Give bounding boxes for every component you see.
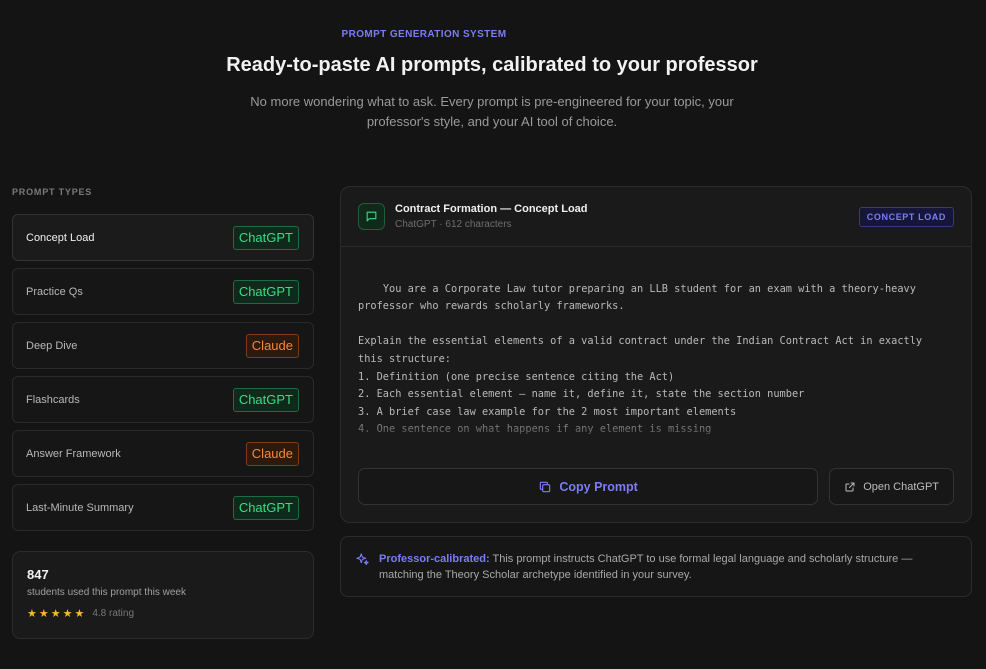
prompt-text: You are a Corporate Law tutor preparing … xyxy=(341,247,971,453)
prompt-type-practice-qs[interactable]: Practice Qs ChatGPT xyxy=(12,268,314,315)
tool-badge: ChatGPT xyxy=(232,495,299,520)
copy-prompt-label: Copy Prompt xyxy=(559,479,638,494)
open-chatgpt-label: Open ChatGPT xyxy=(863,480,940,493)
rating-row: ★★★★★ 4.8 rating xyxy=(27,607,299,620)
prompt-title: Contract Formation — Concept Load xyxy=(395,203,588,215)
copy-prompt-button[interactable]: Copy Prompt xyxy=(358,468,819,505)
prompt-type-list: Concept Load ChatGPT Practice Qs ChatGPT… xyxy=(12,214,314,538)
prompt-type-label: Flashcards xyxy=(26,393,80,406)
rating-text: 4.8 rating xyxy=(92,608,135,619)
prompt-type-answer-framework[interactable]: Answer Framework Claude xyxy=(12,430,314,477)
prompt-type-label: Last-Minute Summary xyxy=(26,501,134,514)
usage-count: 847 xyxy=(27,567,49,582)
prompt-type-concept-load[interactable]: Concept Load ChatGPT xyxy=(12,214,314,261)
tool-badge: Claude xyxy=(245,441,299,466)
tool-badge: Claude xyxy=(245,333,299,358)
prompt-card-header: Contract Formation — Concept Load ChatGP… xyxy=(341,187,971,247)
fade-overlay xyxy=(341,413,971,453)
prompt-type-deep-dive[interactable]: Deep Dive Claude xyxy=(12,322,314,369)
calibration-note: Professor-calibrated: This prompt instru… xyxy=(340,536,972,597)
prompt-type-label: Concept Load xyxy=(26,231,95,244)
star-rating-icon: ★★★★★ xyxy=(27,608,87,620)
tool-badge: ChatGPT xyxy=(232,387,299,412)
prompt-actions: Copy Prompt Open ChatGPT xyxy=(358,468,954,505)
prompt-type-badge: CONCEPT LOAD xyxy=(858,207,954,227)
prompt-type-label: Deep Dive xyxy=(26,339,78,352)
prompt-card: Contract Formation — Concept Load ChatGP… xyxy=(340,186,972,523)
prompt-type-label: Answer Framework xyxy=(26,447,121,460)
external-link-icon xyxy=(845,482,855,491)
prompt-type-flashcards[interactable]: Flashcards ChatGPT xyxy=(12,376,314,423)
eyebrow-label: PROMPT GENERATION SYSTEM xyxy=(341,29,507,40)
sparkle-icon xyxy=(356,553,369,566)
page-subtitle: No more wondering what to ask. Every pro… xyxy=(250,94,734,129)
usage-description: students used this prompt this week xyxy=(27,587,186,598)
page-title: Ready-to-paste AI prompts, calibrated to… xyxy=(226,54,758,76)
prompt-type-label: Practice Qs xyxy=(26,285,83,298)
open-chatgpt-button[interactable]: Open ChatGPT xyxy=(829,468,954,505)
prompt-type-last-minute-summary[interactable]: Last-Minute Summary ChatGPT xyxy=(12,484,314,531)
calibration-note-text: Professor-calibrated: This prompt instru… xyxy=(379,551,957,583)
copy-icon xyxy=(540,481,551,492)
tool-badge: ChatGPT xyxy=(232,279,299,304)
calibration-highlight: Professor-calibrated: xyxy=(379,553,490,565)
usage-stats-card: 847 students used this prompt this week … xyxy=(12,551,314,639)
prompt-types-label: PROMPT TYPES xyxy=(12,187,93,197)
tool-badge: ChatGPT xyxy=(232,225,299,250)
chat-bubble-icon xyxy=(358,203,385,230)
prompt-meta: ChatGPT · 612 characters xyxy=(395,219,512,230)
